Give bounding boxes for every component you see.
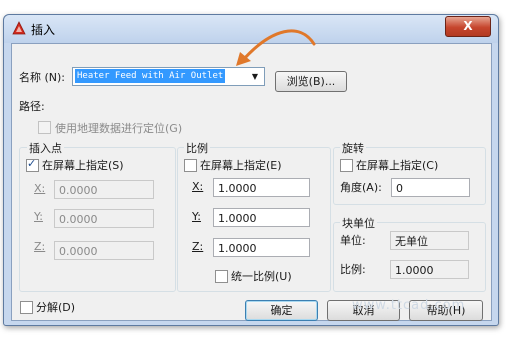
annotation-arrow (236, 29, 316, 66)
